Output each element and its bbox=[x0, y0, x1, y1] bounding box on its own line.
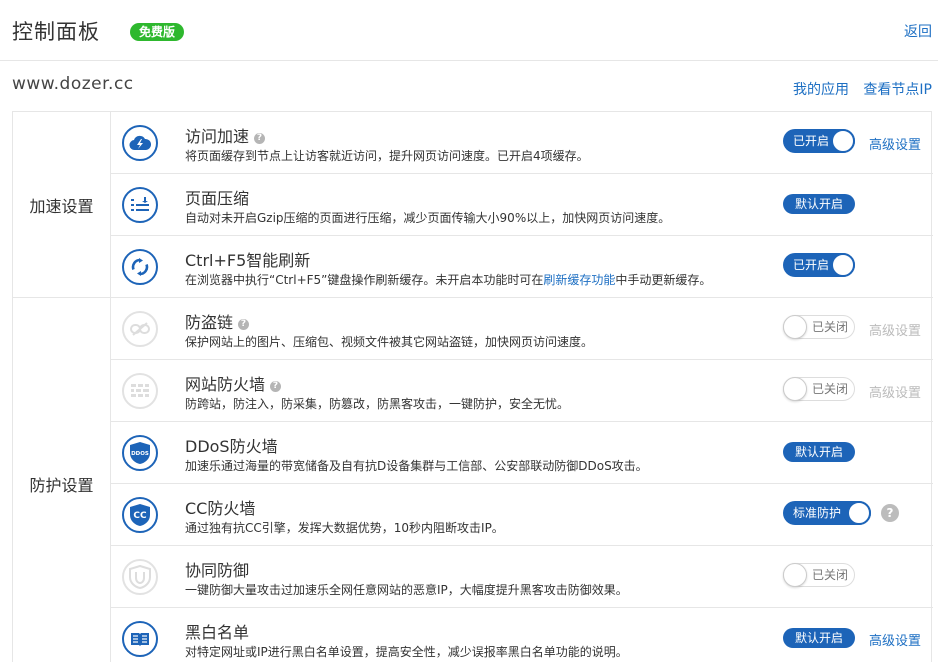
setting-row-blackwhite-list: 黑白名单 对特定网址或IP进行黑白名单设置，提高安全性，减少误报率黑白名单功能的… bbox=[111, 608, 933, 662]
toggle-knob bbox=[831, 129, 855, 153]
site-links: 我的应用 查看节点IP bbox=[783, 79, 932, 99]
help-icon[interactable]: ? bbox=[238, 319, 250, 330]
toggle-knob bbox=[783, 377, 807, 401]
top-bar: 控制面板 免费版 返回 bbox=[0, 0, 938, 61]
setting-row-hotlink: 防盗链? 保护网站上的图片、压缩包、视频文件被其它网站盗链，加快网页访问速度。 … bbox=[111, 298, 933, 360]
setting-desc: 在浏览器中执行“Ctrl+F5”键盘操作刷新缓存。未开启本功能时可在刷新缓存功能… bbox=[185, 273, 712, 287]
default-on-pill: 默认开启 bbox=[783, 442, 855, 462]
toggle-knob bbox=[783, 315, 807, 339]
advanced-settings-link: 高级设置 bbox=[869, 324, 922, 339]
firewall-icon bbox=[122, 373, 158, 409]
compress-list-icon bbox=[122, 187, 158, 223]
plan-badge: 免费版 bbox=[130, 23, 185, 41]
setting-title: CC防火墙 bbox=[185, 499, 256, 518]
refresh-cache-link[interactable]: 刷新缓存功能 bbox=[543, 273, 615, 287]
advanced-settings-link: 高级设置 bbox=[869, 386, 922, 401]
acceleration-group: 加速设置 访问加速? 将页面缓存到节点上让访客就近访问，提升网页访问速度。已开启… bbox=[13, 112, 933, 298]
setting-title: 网站防火墙? bbox=[185, 371, 282, 395]
setting-row-access-acceleration: 访问加速? 将页面缓存到节点上让访客就近访问，提升网页访问速度。已开启4项缓存。… bbox=[111, 112, 933, 174]
setting-row-ddos-firewall: DDOS DDoS防火墙 加速乐通过海量的带宽储备及自有抗D设备集群与工信部、公… bbox=[111, 422, 933, 484]
setting-title: 协同防御 bbox=[185, 561, 250, 580]
view-nodes-link[interactable]: 查看节点IP bbox=[863, 82, 932, 98]
refresh-icon bbox=[122, 249, 158, 285]
setting-desc: 将页面缓存到节点上让访客就近访问，提升网页访问速度。已开启4项缓存。 bbox=[185, 149, 589, 163]
cloud-bolt-icon bbox=[122, 125, 158, 161]
setting-desc: 加速乐通过海量的带宽储备及自有抗D设备集群与工信部、公安部联动防御DDoS攻击。 bbox=[185, 459, 648, 473]
setting-desc: 对特定网址或IP进行黑白名单设置，提高安全性，减少误报率黑白名单功能的说明。 bbox=[185, 645, 628, 659]
toggle-switch[interactable]: 已开启 bbox=[783, 129, 855, 153]
setting-row-cc-firewall: CC CC防火墙 通过独有抗CC引擎，发挥大数据优势，10秒内阻断攻击IP。 标… bbox=[111, 484, 933, 546]
setting-title: 防盗链? bbox=[185, 309, 250, 333]
protection-level-toggle[interactable]: 标准防护 bbox=[783, 501, 871, 525]
setting-row-coop-defense: 协同防御 一键防御大量攻击过加速乐全网任意网站的恶意IP，大幅度提升黑客攻击防御… bbox=[111, 546, 933, 608]
advanced-settings-link[interactable]: 高级设置 bbox=[869, 134, 921, 153]
toggle-knob bbox=[783, 563, 807, 587]
link-icon bbox=[122, 311, 158, 347]
book-icon bbox=[122, 621, 158, 657]
settings-panel: 加速设置 访问加速? 将页面缓存到节点上让访客就近访问，提升网页访问速度。已开启… bbox=[12, 111, 933, 662]
help-icon[interactable]: ? bbox=[881, 504, 899, 522]
setting-desc: 一键防御大量攻击过加速乐全网任意网站的恶意IP，大幅度提升黑客攻击防御效果。 bbox=[185, 583, 628, 597]
default-on-pill: 默认开启 bbox=[783, 628, 855, 648]
setting-title: 访问加速? bbox=[185, 123, 266, 147]
setting-desc: 通过独有抗CC引擎，发挥大数据优势，10秒内阻断攻击IP。 bbox=[185, 521, 504, 535]
protection-group: 防护设置 防盗链? 保护网站上的图片、压缩包、视频文件被其它网站盗链，加快网页访… bbox=[13, 298, 933, 662]
page-title: 控制面板 bbox=[12, 20, 100, 44]
back-link[interactable]: 返回 bbox=[904, 21, 932, 41]
cc-icon-text: CC bbox=[133, 511, 147, 521]
setting-title: 页面压缩 bbox=[185, 189, 250, 208]
setting-row-web-firewall: 网站防火墙? 防跨站，防注入，防采集，防篡改，防黑客攻击，一键防护，安全无忧。 … bbox=[111, 360, 933, 422]
advanced-settings-link[interactable]: 高级设置 bbox=[869, 630, 921, 649]
help-icon[interactable]: ? bbox=[254, 133, 266, 144]
cc-shield-icon: CC bbox=[122, 497, 158, 533]
toggle-knob bbox=[847, 501, 871, 525]
setting-title: DDoS防火墙 bbox=[185, 437, 278, 456]
group-label-protection: 防护设置 bbox=[13, 298, 111, 662]
setting-desc: 保护网站上的图片、压缩包、视频文件被其它网站盗链，加快网页访问速度。 bbox=[185, 335, 594, 349]
my-apps-link[interactable]: 我的应用 bbox=[793, 82, 849, 98]
setting-title: Ctrl+F5智能刷新 bbox=[185, 251, 311, 270]
toggle-switch[interactable]: 已关闭 bbox=[783, 377, 855, 401]
ddos-shield-icon: DDOS bbox=[122, 435, 158, 471]
default-on-pill: 默认开启 bbox=[783, 194, 855, 214]
toggle-switch[interactable]: 已关闭 bbox=[783, 563, 855, 587]
setting-desc: 自动对未开启Gzip压缩的页面进行压缩，减少页面传输大小90%以上，加快网页访问… bbox=[185, 211, 671, 225]
setting-row-smart-refresh: Ctrl+F5智能刷新 在浏览器中执行“Ctrl+F5”键盘操作刷新缓存。未开启… bbox=[111, 236, 933, 298]
toggle-switch[interactable]: 已关闭 bbox=[783, 315, 855, 339]
site-domain: www.dozer.cc bbox=[12, 74, 134, 94]
setting-row-page-compression: 页面压缩 自动对未开启Gzip压缩的页面进行压缩，减少页面传输大小90%以上，加… bbox=[111, 174, 933, 236]
toggle-knob bbox=[831, 253, 855, 277]
group-label-acceleration: 加速设置 bbox=[13, 112, 111, 297]
setting-title: 黑白名单 bbox=[185, 623, 250, 642]
toggle-switch[interactable]: 已开启 bbox=[783, 253, 855, 277]
help-icon[interactable]: ? bbox=[270, 381, 282, 392]
ddos-icon-text: DDOS bbox=[131, 451, 149, 457]
coop-shield-icon bbox=[122, 559, 158, 595]
setting-desc: 防跨站，防注入，防采集，防篡改，防黑客攻击，一键防护，安全无忧。 bbox=[185, 397, 570, 411]
